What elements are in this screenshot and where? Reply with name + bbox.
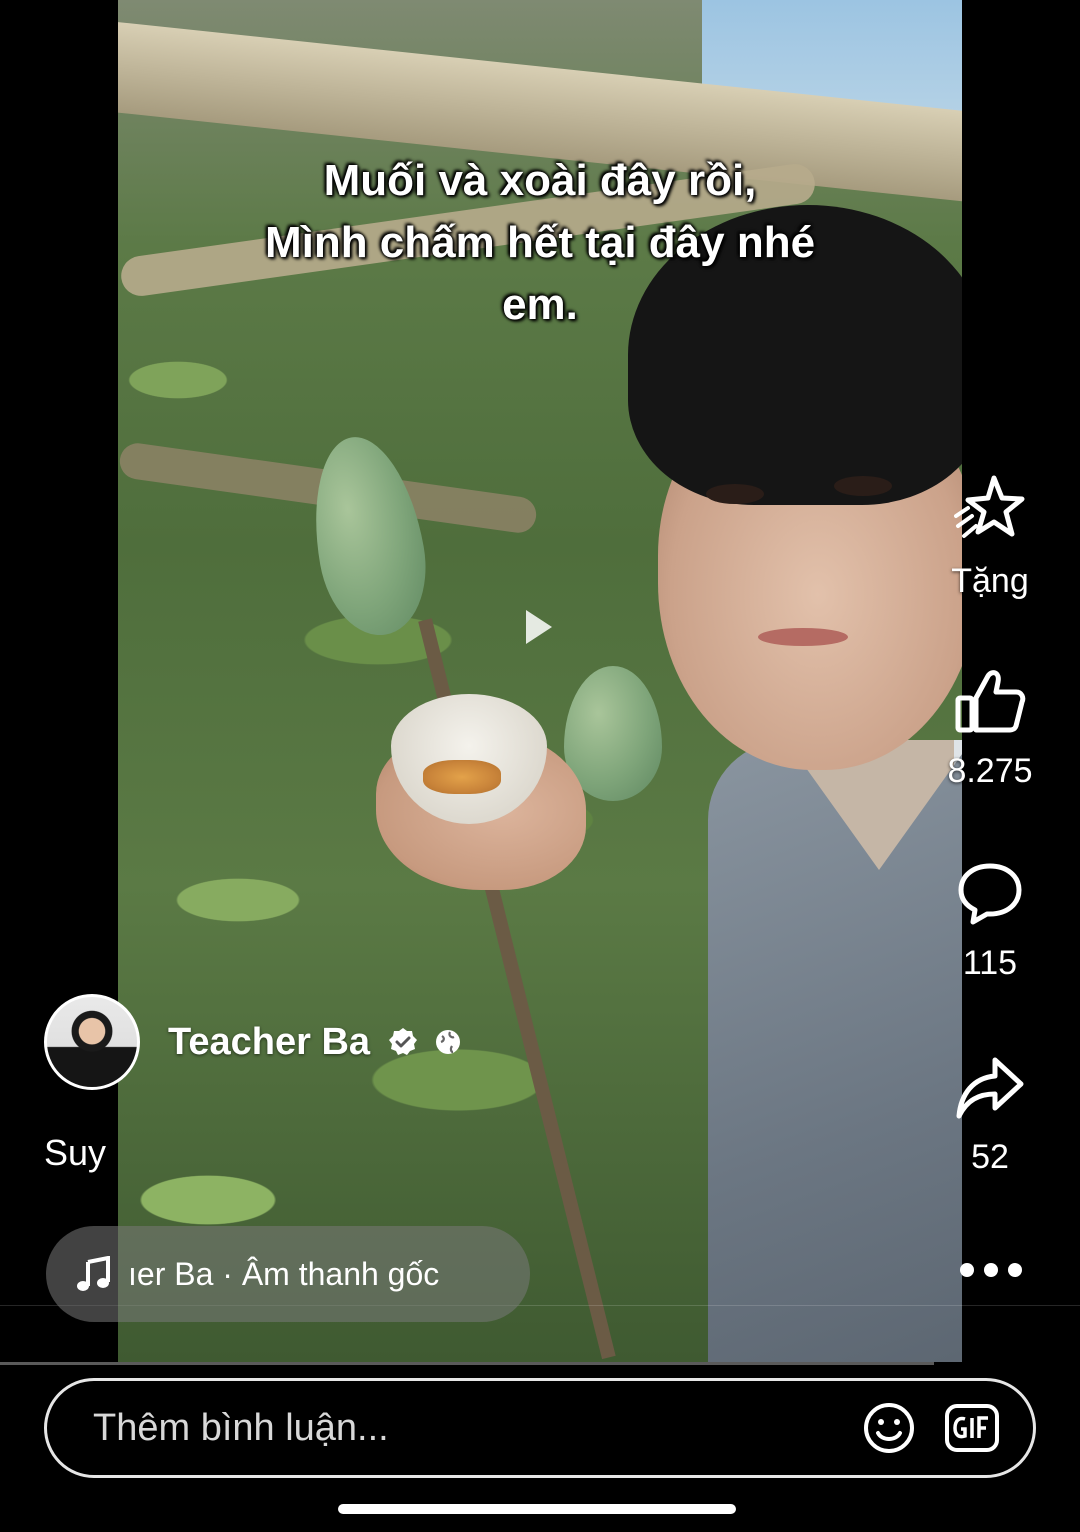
gif-icon[interactable] [945,1404,999,1452]
star-gift-icon [954,475,1025,538]
audio-button[interactable]: ıer Ba · Âm thanh gốc [46,1226,530,1322]
comment-count: 115 [962,944,1018,982]
comment-bar [44,1378,1036,1478]
post-description[interactable]: Suy [44,1132,106,1174]
ellipsis-icon[interactable] [960,1262,1022,1278]
video-person-mouth [758,628,848,646]
speech-bubble-icon [958,863,1022,925]
share-count: 52 [971,1138,1009,1176]
like-button[interactable]: 8.275 [940,668,1040,791]
video-caption: Muối và xoài đây rồi, Mình chấm hết tại … [264,156,816,329]
smiley-icon[interactable] [863,1402,915,1454]
gift-label: Tặng [951,562,1029,600]
music-note-icon [77,1256,110,1291]
progress-divider [0,1362,934,1365]
comment-input[interactable] [47,1405,863,1451]
like-count: 8.275 [947,752,1033,790]
comment-button[interactable]: 115 [940,862,1040,983]
home-indicator[interactable] [338,1504,736,1514]
video-player[interactable]: Muối và xoài đây rồi, Mình chấm hết tại … [118,0,962,1362]
share-arrow-icon [956,1057,1024,1119]
author-name[interactable]: Teacher Ba [168,1021,370,1064]
play-icon[interactable] [526,610,552,644]
verified-badge-icon [389,1028,418,1055]
ellipsis-dot [960,1263,974,1277]
video-person-eye [834,476,892,496]
video-person-eye [706,484,764,504]
ellipsis-dot [1008,1263,1022,1277]
video-salt [423,760,501,794]
thumbs-up-icon [955,670,1026,733]
share-button[interactable]: 52 [940,1056,1040,1177]
reels-screen: Muối và xoài đây rồi, Mình chấm hết tại … [0,0,1080,1532]
author-row[interactable]: Teacher Ba [44,992,462,1092]
avatar[interactable] [44,994,140,1090]
ellipsis-dot [984,1263,998,1277]
globe-icon [436,1030,461,1054]
gift-button[interactable]: Tặng [940,472,1040,601]
video-person-shirt [708,740,962,1362]
audio-label: ıer Ba · Âm thanh gốc [128,1255,440,1292]
